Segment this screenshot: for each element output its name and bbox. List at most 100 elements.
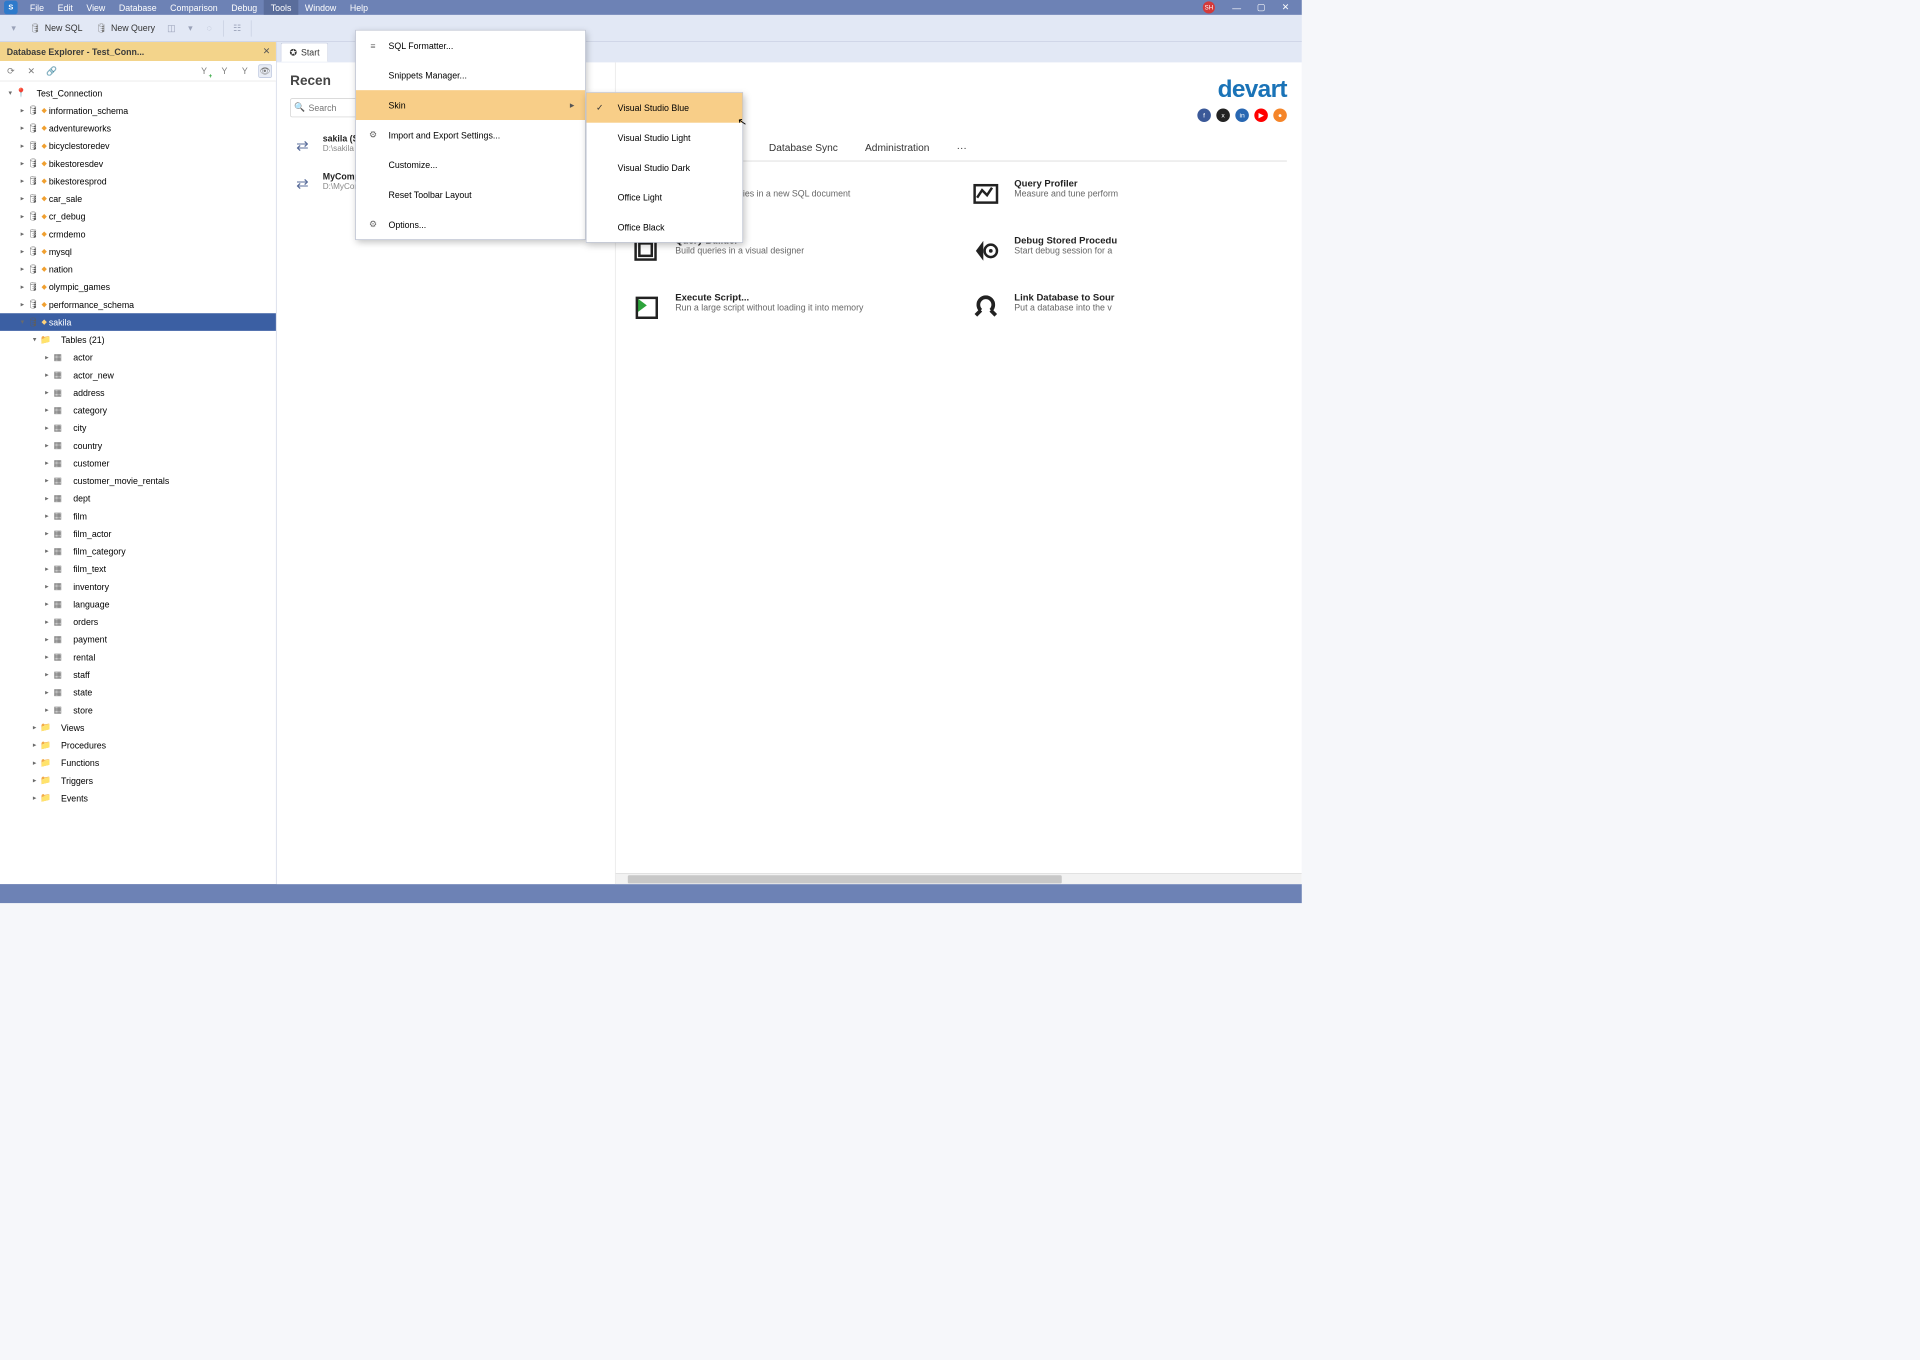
filter-remove-icon[interactable]: Y: [238, 64, 252, 78]
feature-item[interactable]: Link Database to SourPut a database into…: [970, 292, 1282, 325]
skin-menu-item[interactable]: ✓Visual Studio Blue: [586, 93, 742, 123]
tree-node[interactable]: ▸▦film_text: [0, 560, 276, 578]
menu-tools[interactable]: Tools: [264, 0, 298, 15]
nav-tab-more[interactable]: ···: [954, 137, 970, 161]
facebook-icon[interactable]: f: [1197, 108, 1211, 122]
filter-add-icon[interactable]: Y+: [197, 64, 211, 78]
tree-node[interactable]: ▸▦payment: [0, 631, 276, 649]
explorer-tree[interactable]: ▾📍Test_Connection▸🛢◆information_schema▸🛢…: [0, 81, 276, 884]
toolbar-dropdown[interactable]: ▾: [182, 20, 198, 36]
tree-node[interactable]: ▸📁Procedures: [0, 736, 276, 754]
menu-database[interactable]: Database: [112, 0, 163, 15]
delete-icon[interactable]: ✕: [24, 64, 38, 78]
tree-node[interactable]: ▾📁Tables (21): [0, 331, 276, 349]
tools-menu-item[interactable]: Reset Toolbar Layout: [356, 180, 585, 210]
tools-menu-item[interactable]: ⚙Options...: [356, 210, 585, 240]
tree-node[interactable]: ▸▦film_actor: [0, 525, 276, 543]
tree-node[interactable]: ▸▦orders: [0, 613, 276, 631]
feature-item[interactable]: Debug Stored ProceduStart debug session …: [970, 235, 1282, 268]
tree-node[interactable]: ▸🛢◆cr_debug: [0, 207, 276, 225]
tree-node[interactable]: ▸▦address: [0, 384, 276, 402]
tree-node[interactable]: ▸▦actor_new: [0, 366, 276, 384]
nav-tab-administration[interactable]: Administration: [862, 137, 932, 161]
tree-node[interactable]: ▸🛢◆car_sale: [0, 190, 276, 208]
tree-node[interactable]: ▾🛢◆sakila: [0, 313, 276, 331]
toolbar-button[interactable]: ☷: [229, 20, 245, 36]
explorer-panel-close[interactable]: ✕: [257, 46, 276, 57]
menu-window[interactable]: Window: [298, 0, 343, 15]
tools-menu-item[interactable]: Snippets Manager...: [356, 60, 585, 90]
tree-node[interactable]: ▸▦city: [0, 419, 276, 437]
tree-node[interactable]: ▸🛢◆adventureworks: [0, 119, 276, 137]
view-mode-icon[interactable]: 👁: [258, 64, 272, 78]
tree-node[interactable]: ▾📍Test_Connection: [0, 84, 276, 102]
tree-node[interactable]: ▸▦film_category: [0, 542, 276, 560]
attach-icon[interactable]: 🔗: [45, 64, 59, 78]
skin-menu-item[interactable]: Visual Studio Light: [586, 123, 742, 153]
tree-node[interactable]: ▸▦inventory: [0, 578, 276, 596]
skin-menu-item[interactable]: Office Black: [586, 212, 742, 242]
compare-icon: ⇄: [290, 172, 314, 196]
tree-node[interactable]: ▸▦language: [0, 595, 276, 613]
tools-menu-item[interactable]: Customize...: [356, 150, 585, 180]
tree-node[interactable]: ▸▦rental: [0, 648, 276, 666]
tree-node[interactable]: ▸🛢◆information_schema: [0, 102, 276, 120]
menu-edit[interactable]: Edit: [51, 0, 80, 15]
tree-node[interactable]: ▸📁Events: [0, 789, 276, 807]
tree-node[interactable]: ▸🛢◆olympic_games: [0, 278, 276, 296]
toolbar-button[interactable]: ◫: [163, 20, 179, 36]
youtube-icon[interactable]: ▶: [1254, 108, 1268, 122]
tree-node[interactable]: ▸🛢◆bicyclestoredev: [0, 137, 276, 155]
explorer-panel-tab[interactable]: Database Explorer - Test_Conn...: [0, 42, 257, 61]
x-icon[interactable]: x: [1216, 108, 1230, 122]
tree-node[interactable]: ▸▦country: [0, 437, 276, 455]
menu-file[interactable]: File: [23, 0, 51, 15]
tree-node[interactable]: ▸🛢◆nation: [0, 260, 276, 278]
table-icon: ▦: [52, 599, 64, 610]
tree-node[interactable]: ▸▦actor: [0, 348, 276, 366]
window-minimize-button[interactable]: —: [1224, 2, 1248, 12]
tree-node[interactable]: ▸▦customer_movie_rentals: [0, 472, 276, 490]
tree-node[interactable]: ▸📁Views: [0, 719, 276, 737]
menu-comparison[interactable]: Comparison: [163, 0, 224, 15]
rss-icon[interactable]: ●: [1273, 108, 1287, 122]
tab-start[interactable]: ✪ Start: [281, 43, 329, 62]
refresh-icon[interactable]: ⟳: [4, 64, 18, 78]
tree-node-label: bicyclestoredev: [49, 141, 110, 151]
tree-node[interactable]: ▸▦dept: [0, 490, 276, 508]
tree-node[interactable]: ▸🛢◆performance_schema: [0, 296, 276, 314]
tree-node[interactable]: ▸▦customer: [0, 454, 276, 472]
tree-node[interactable]: ▸▦film: [0, 507, 276, 525]
nav-tab-database-sync[interactable]: Database Sync: [766, 137, 840, 161]
filter-icon[interactable]: Y: [218, 64, 232, 78]
feature-item[interactable]: Execute Script...Run a large script with…: [631, 292, 943, 325]
new-query-button[interactable]: 🛢New Query: [91, 19, 161, 38]
tree-node[interactable]: ▸🛢◆crmdemo: [0, 225, 276, 243]
window-restore-button[interactable]: ▢: [1249, 2, 1273, 13]
tree-node[interactable]: ▸🛢◆bikestoresprod: [0, 172, 276, 190]
window-close-button[interactable]: ✕: [1273, 2, 1297, 13]
skin-menu-item[interactable]: Visual Studio Dark: [586, 153, 742, 183]
menu-help[interactable]: Help: [343, 0, 375, 15]
tree-node[interactable]: ▸🛢◆mysql: [0, 243, 276, 261]
tree-node[interactable]: ▸▦category: [0, 401, 276, 419]
toolbar-icon[interactable]: ▾: [5, 20, 21, 36]
skin-menu-item[interactable]: Office Light: [586, 182, 742, 212]
feature-item[interactable]: Query ProfilerMeasure and tune perform: [970, 178, 1282, 211]
horizontal-scrollbar[interactable]: [616, 873, 1302, 884]
tree-node[interactable]: ▸▦state: [0, 683, 276, 701]
menu-view[interactable]: View: [80, 0, 113, 15]
user-badge[interactable]: SH: [1203, 1, 1215, 13]
tree-node[interactable]: ▸📁Functions: [0, 754, 276, 772]
tools-menu-item[interactable]: Skin▸: [356, 90, 585, 120]
tree-node[interactable]: ▸▦store: [0, 701, 276, 719]
tree-node[interactable]: ▸📁Triggers: [0, 772, 276, 790]
new-sql-button[interactable]: 🛢New SQL: [24, 19, 87, 38]
linkedin-icon[interactable]: in: [1235, 108, 1249, 122]
toolbar-button[interactable]: ◌: [201, 20, 217, 36]
tree-node[interactable]: ▸▦staff: [0, 666, 276, 684]
menu-debug[interactable]: Debug: [224, 0, 264, 15]
tree-node[interactable]: ▸🛢◆bikestoresdev: [0, 155, 276, 173]
tools-menu-item[interactable]: ⚙Import and Export Settings...: [356, 120, 585, 150]
tools-menu-item[interactable]: ≡SQL Formatter...: [356, 31, 585, 61]
